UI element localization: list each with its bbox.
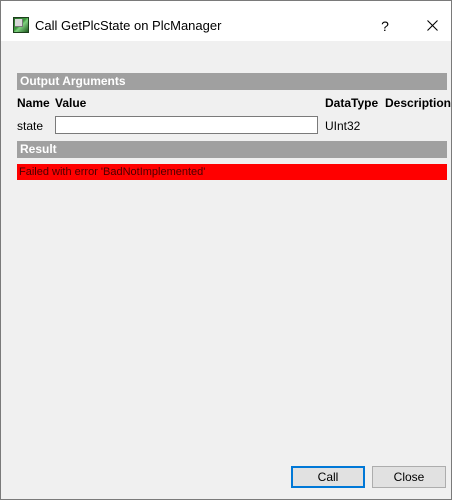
dialog-window: Call GetPlcState on PlcManager ? Output … [0,0,452,500]
window-title: Call GetPlcState on PlcManager [35,18,222,33]
argument-value-field[interactable] [55,116,318,134]
result-error-message: Failed with error 'BadNotImplemented' [17,164,447,180]
column-header-description: Description [385,96,452,110]
column-header-name: Name [17,96,50,110]
argument-datatype: UInt32 [325,119,361,133]
close-icon [427,20,438,31]
call-button[interactable]: Call [291,466,365,488]
app-icon [13,17,29,33]
help-button[interactable]: ? [367,9,403,41]
column-header-datatype: DataType [325,96,379,110]
output-arguments-header: Output Arguments [17,73,447,90]
result-header: Result [17,141,447,158]
title-bar[interactable]: Call GetPlcState on PlcManager ? [1,1,451,41]
argument-name: state [17,119,44,133]
close-button[interactable]: Close [372,466,446,488]
column-header-value: Value [55,96,87,110]
close-window-button[interactable] [413,9,451,41]
